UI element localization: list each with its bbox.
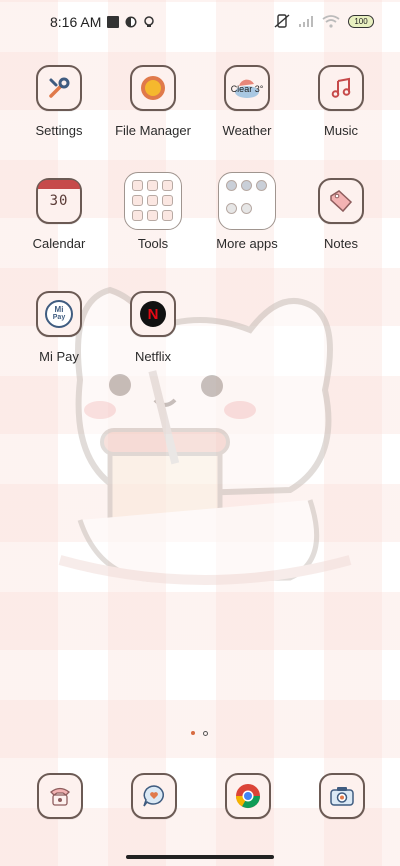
folder-mini-icon (147, 195, 158, 206)
folder-tools[interactable]: Tools (106, 172, 200, 251)
signal-icon (299, 15, 313, 27)
camera-icon (319, 773, 365, 819)
more-apps-label: More apps (216, 236, 278, 251)
folder-mini-icon (226, 202, 237, 214)
app-notes[interactable]: Notes (294, 178, 388, 251)
phone-icon (37, 773, 83, 819)
wifi-icon (322, 14, 340, 28)
app-netflix[interactable]: N Netflix (106, 291, 200, 364)
netflix-letter: N (147, 305, 159, 323)
weather-badge-text: Clear 3° (230, 84, 264, 94)
app-calendar[interactable]: 30 Calendar (12, 178, 106, 251)
dock-messages[interactable] (131, 773, 177, 819)
mi-pay-icon: Mi Pay (36, 291, 82, 337)
netflix-icon: N (130, 291, 176, 337)
music-label: Music (324, 123, 358, 138)
dock-chrome[interactable] (225, 773, 271, 819)
calendar-icon: 30 (36, 178, 82, 224)
battery-indicator: 100 (348, 14, 374, 28)
file-manager-icon (130, 65, 176, 111)
folder-mini-icon (132, 180, 143, 191)
folder-more-apps[interactable]: More apps (200, 172, 294, 251)
vibrate-off-icon (274, 14, 290, 28)
notification-bulb-icon (144, 16, 155, 27)
folder-mini-icon (162, 180, 173, 191)
chrome-icon (225, 773, 271, 819)
calendar-day: 30 (49, 193, 69, 209)
home-indicator-bar[interactable] (126, 855, 274, 859)
dock-phone[interactable] (37, 773, 83, 819)
status-bar: 8:16 AM 100 (0, 0, 400, 44)
music-note-icon (318, 65, 364, 111)
folder-mini-icon (147, 210, 158, 221)
folder-mini-icon (132, 210, 143, 221)
app-music[interactable]: Music (294, 65, 388, 138)
folder-mini-icon (162, 210, 173, 221)
file-manager-label: File Manager (115, 123, 191, 138)
notes-label: Notes (324, 236, 358, 251)
notification-square-icon (107, 16, 120, 28)
status-time: 8:16 AM (50, 14, 102, 30)
page-indicator[interactable] (191, 731, 208, 736)
app-file-manager[interactable]: File Manager (106, 65, 200, 138)
notes-tag-icon (318, 178, 364, 224)
folder-mini-icon (162, 195, 173, 206)
messages-icon (131, 773, 177, 819)
folder-mini-icon (147, 180, 158, 191)
weather-label: Weather (222, 123, 272, 138)
mi-pay-badge-top: Mi (54, 305, 64, 314)
page-dot-active[interactable] (191, 731, 195, 735)
notification-app-icon (125, 16, 137, 28)
calendar-label: Calendar (32, 236, 86, 251)
dock-camera[interactable] (319, 773, 365, 819)
netflix-label: Netflix (134, 349, 172, 364)
tools-folder-icon (124, 172, 182, 230)
page-dot[interactable] (203, 731, 208, 736)
settings-icon (36, 65, 82, 111)
settings-label: Settings (35, 123, 83, 138)
mi-pay-label: Mi Pay (39, 349, 79, 364)
folder-mini-icon (241, 180, 252, 191)
folder-mini-icon (226, 180, 237, 191)
tools-label: Tools (137, 236, 169, 251)
app-mi-pay[interactable]: Mi Pay Mi Pay (12, 291, 106, 364)
folder-mini-icon (241, 202, 252, 214)
folder-mini-icon (256, 180, 267, 191)
more-apps-folder-icon (218, 172, 276, 230)
mi-pay-badge-bottom: Pay (52, 314, 66, 321)
app-weather[interactable]: Clear 3° Weather (200, 65, 294, 138)
app-settings[interactable]: Settings (12, 65, 106, 138)
weather-icon: Clear 3° (224, 65, 270, 111)
folder-mini-icon (132, 195, 143, 206)
